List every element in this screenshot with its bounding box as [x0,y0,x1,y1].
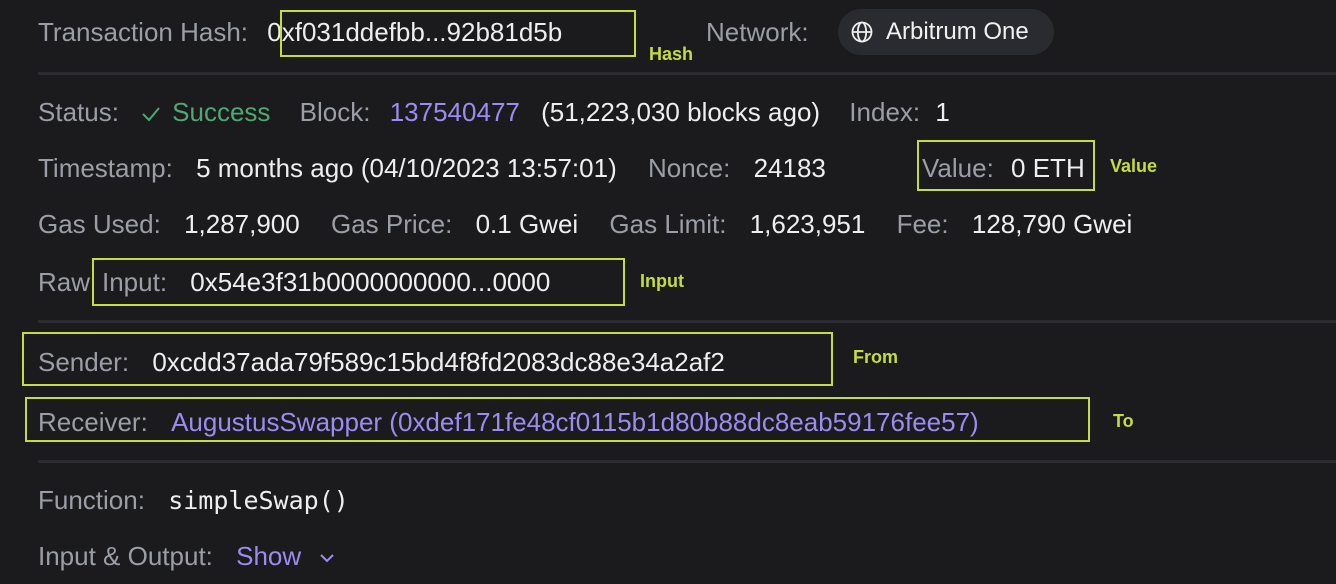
io-label: Input & Output: [38,541,213,571]
globe-icon [848,18,876,46]
io-toggle-label: Show [236,541,302,571]
network-label: Network: [706,17,809,47]
io-row: Input & Output: Show [38,539,336,573]
function-value: simpleSwap() [168,486,349,515]
raw-label-row: Raw [38,265,90,299]
hash-label: Transaction Hash: [38,17,249,47]
hash-tag: Hash [649,44,694,64]
value-highlight-box [917,140,1095,191]
block-link[interactable]: 137540477 [390,97,520,127]
hash-highlight-box [280,10,636,57]
status-row: Status: Success Block: 137540477 (51,223… [38,95,950,129]
fee-value: 128,790 Gwei [971,209,1133,239]
timestamp-value: 5 months ago (04/10/2023 13:57:01) [196,153,617,183]
status-badge: Success [140,97,278,127]
input-highlight-box [92,258,625,306]
divider [38,320,1336,323]
divider [38,72,1336,75]
gas-limit-value: 1,623,951 [749,209,866,239]
from-tag: From [853,347,898,367]
chevron-down-icon [320,554,335,563]
status-label: Status: [38,97,119,127]
to-highlight-box [25,397,1090,442]
check-icon [142,107,160,122]
block-label: Block: [299,97,371,127]
raw-label: Raw [38,267,91,297]
nonce-label: Nonce: [647,153,731,183]
index-label: Index: [849,97,921,127]
gas-used-value: 1,287,900 [184,209,300,239]
index-value: 1 [935,97,950,127]
value-tag: Value [1110,156,1158,176]
status-value: Success [172,97,271,127]
network-value: Arbitrum One [886,18,1029,45]
timestamp-label: Timestamp: [38,153,173,183]
network-label-row: Network: [706,15,809,49]
input-tag: Input [640,271,684,291]
gas-price-label: Gas Price: [330,209,453,239]
nonce-value: 24183 [753,153,826,183]
gas-used-label: Gas Used: [38,209,161,239]
function-row: Function: simpleSwap() [38,483,349,518]
block-ago: (51,223,030 blocks ago) [541,97,821,127]
from-highlight-box [22,332,833,386]
io-show-toggle[interactable]: Show [236,541,336,571]
to-tag: To [1113,411,1134,431]
function-label: Function: [38,485,145,515]
gas-limit-label: Gas Limit: [609,209,727,239]
fee-label: Fee: [896,209,949,239]
gas-row: Gas Used: 1,287,900 Gas Price: 0.1 Gwei … [38,207,1132,241]
network-badge[interactable]: Arbitrum One [838,9,1054,55]
timestamp-row: Timestamp: 5 months ago (04/10/2023 13:5… [38,151,826,185]
gas-price-value: 0.1 Gwei [475,209,579,239]
divider [38,460,1336,463]
transaction-details: Transaction Hash: 0xf031ddefbb...92b81d5… [0,0,1336,584]
